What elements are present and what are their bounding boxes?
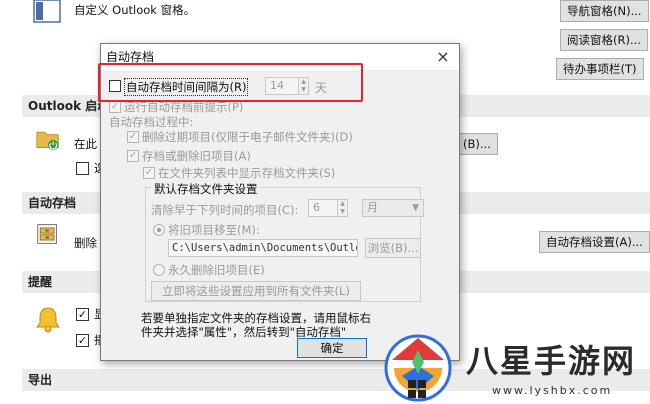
watermark-site-name: 八星手游网: [466, 342, 637, 380]
show-folder-checkbox[interactable]: ✓: [143, 167, 155, 179]
permanently-delete-label: 永久删除旧项目(E): [168, 263, 265, 277]
start-folder-browse-button[interactable]: (B)...: [458, 133, 498, 155]
reminder-show-checkbox[interactable]: ✓: [76, 308, 89, 321]
archive-path-field[interactable]: C:\Users\admin\Documents\Outloo: [168, 239, 358, 257]
nav-pane-description: 自定义 Outlook 窗格。: [74, 3, 196, 17]
clean-unit-value: 月: [367, 201, 378, 214]
move-to-radio[interactable]: [153, 224, 165, 236]
watermark-url: www.lyshbx.com: [492, 384, 613, 397]
archive-or-delete-checkbox[interactable]: ✓: [127, 150, 139, 162]
browse-button[interactable]: 浏览(B)...: [365, 238, 421, 258]
todo-bar-button[interactable]: 待办事项栏(T): [556, 58, 644, 80]
highlight-box: [98, 63, 363, 102]
apply-all-folders-button[interactable]: 立即将这些设置应用到所有文件夹(L): [151, 281, 361, 301]
autoarchive-description: 删除: [74, 236, 97, 250]
during-label: 自动存档过程中:: [109, 115, 194, 129]
show-folder-label: 在文件夹列表中显示存档文件夹(S): [158, 166, 336, 180]
move-to-label: 将旧项目移至(M):: [168, 223, 260, 237]
archive-or-delete-label: 存档或删除旧项目(A): [142, 149, 251, 163]
start-checkbox[interactable]: [76, 162, 89, 175]
bell-icon: [36, 307, 60, 333]
navigation-pane-button[interactable]: 导航窗格(N)...: [560, 0, 649, 22]
folder-start-icon: [36, 131, 59, 151]
defaults-group-title: 默认存档文件夹设置: [151, 181, 261, 197]
close-icon[interactable]: ×: [433, 47, 453, 67]
prompt-checkbox[interactable]: ✓: [109, 101, 121, 113]
chevron-down-icon: ▼: [412, 203, 419, 213]
clean-older-spinner-arrows[interactable]: ▲ ▼: [337, 199, 348, 217]
clean-older-spinner[interactable]: 6: [308, 199, 338, 217]
permanently-delete-radio[interactable]: [153, 264, 165, 276]
archive-cabinet-icon: [37, 224, 57, 244]
delete-expired-label: 删除过期项目(仅限于电子邮件文件夹)(D): [142, 130, 353, 144]
start-folder-text: 在此: [74, 137, 97, 151]
clean-older-label: 清除早于下列时间的项目(C):: [151, 203, 299, 217]
reminder-sound-checkbox[interactable]: ✓: [76, 334, 89, 347]
autoarchive-settings-button[interactable]: 自动存档设置(A)...: [539, 231, 650, 253]
pane-layout-icon: [33, 0, 61, 23]
ok-button[interactable]: 确定: [297, 338, 367, 358]
delete-expired-checkbox[interactable]: ✓: [127, 131, 139, 143]
reading-pane-button[interactable]: 阅读窗格(R)...: [560, 29, 648, 51]
clean-unit-dropdown[interactable]: 月 ▼: [362, 199, 424, 217]
